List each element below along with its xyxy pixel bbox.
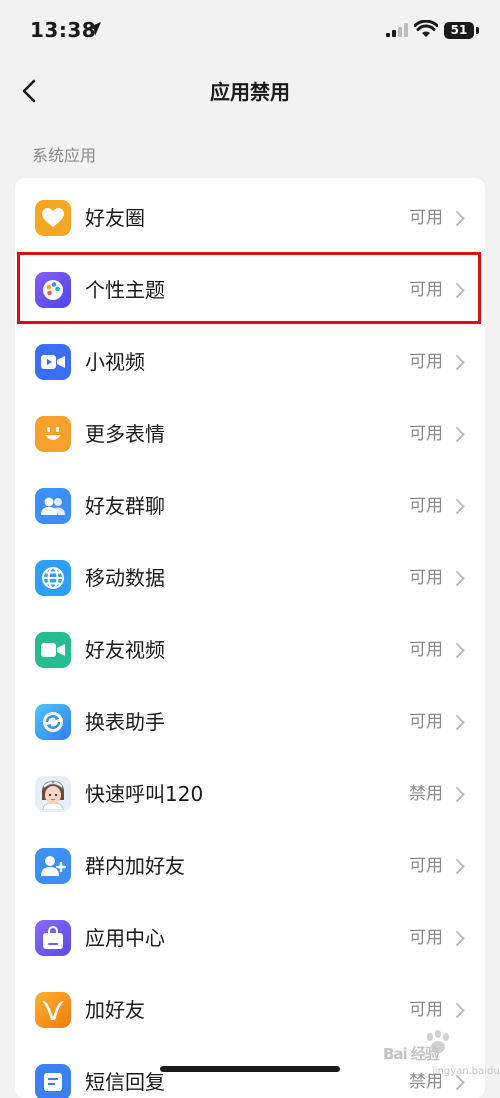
list-item-qunneijiahaoyou[interactable]: 群内加好友 可用 <box>15 830 485 902</box>
message-icon <box>35 1064 71 1098</box>
smiley-icon <box>35 416 71 452</box>
app-list: 好友圈 可用 个性主题 可用 小视频 可用 更多表情 可用 好友群聊 可用 移动… <box>15 178 485 1098</box>
app-name: 短信回复 <box>85 1070 165 1094</box>
list-item-gexingzhuti[interactable]: 个性主题 可用 <box>15 254 485 326</box>
chevron-right-icon <box>456 499 465 514</box>
list-item-haoyouquan[interactable]: 好友圈 可用 <box>15 182 485 254</box>
app-name: 小视频 <box>85 350 145 374</box>
nav-bar: 应用禁用 <box>0 62 500 118</box>
chevron-right-icon <box>456 427 465 442</box>
globe-icon <box>35 560 71 596</box>
bag-icon <box>35 920 71 956</box>
video-camera-icon <box>35 344 71 380</box>
app-status: 可用 <box>409 568 443 588</box>
watermark-url: jingyan.baidu.com <box>432 1066 500 1077</box>
app-status: 可用 <box>409 352 443 372</box>
app-status: 可用 <box>409 496 443 516</box>
app-status: 可用 <box>409 928 443 948</box>
app-name: 移动数据 <box>85 566 165 590</box>
app-status: 可用 <box>409 640 443 660</box>
chevron-right-icon <box>456 859 465 874</box>
app-status: 可用 <box>409 424 443 444</box>
v-logo-icon <box>35 992 71 1028</box>
home-indicator <box>160 1066 340 1072</box>
app-status: 可用 <box>409 712 443 732</box>
heart-icon <box>35 200 71 236</box>
list-item-xiaoshipin[interactable]: 小视频 可用 <box>15 326 485 398</box>
chevron-right-icon <box>456 643 465 658</box>
app-status: 可用 <box>409 856 443 876</box>
location-arrow-icon <box>87 22 101 36</box>
chevron-right-icon <box>456 571 465 586</box>
list-item-yidongshuju[interactable]: 移动数据 可用 <box>15 542 485 614</box>
app-name: 应用中心 <box>85 926 165 950</box>
list-item-haoyoushipin[interactable]: 好友视频 可用 <box>15 614 485 686</box>
list-item-huanbiaozhushou[interactable]: 换表助手 可用 <box>15 686 485 758</box>
watermark-text: Bai 经验 <box>383 1045 440 1063</box>
app-name: 加好友 <box>85 998 145 1022</box>
app-status: 禁用 <box>409 784 443 804</box>
list-item-yingyongzhongxin[interactable]: 应用中心 可用 <box>15 902 485 974</box>
chevron-right-icon <box>456 211 465 226</box>
app-name: 更多表情 <box>85 422 165 446</box>
app-name: 换表助手 <box>85 710 165 734</box>
app-status: 可用 <box>409 280 443 300</box>
video-call-icon <box>35 632 71 668</box>
app-name: 快速呼叫120 <box>85 782 204 806</box>
battery-level: 51 <box>450 23 468 37</box>
chevron-right-icon <box>456 931 465 946</box>
sync-icon <box>35 704 71 740</box>
status-bar: 13:38 51 <box>0 0 500 62</box>
list-item-haoyouqunliao[interactable]: 好友群聊 可用 <box>15 470 485 542</box>
app-name: 好友圈 <box>85 206 145 230</box>
battery-indicator: 51 <box>444 22 474 39</box>
chevron-right-icon <box>456 787 465 802</box>
palette-icon <box>35 272 71 308</box>
app-name: 个性主题 <box>85 278 165 302</box>
app-status: 可用 <box>409 208 443 228</box>
app-name: 好友视频 <box>85 638 165 662</box>
app-name: 群内加好友 <box>85 854 185 878</box>
nurse-avatar-icon <box>35 776 71 812</box>
chevron-right-icon <box>456 1003 465 1018</box>
page-title: 应用禁用 <box>210 80 290 104</box>
list-item-kuaisuhujiao120[interactable]: 快速呼叫120 禁用 <box>15 758 485 830</box>
wifi-icon <box>414 20 438 37</box>
chevron-right-icon <box>456 715 465 730</box>
chevron-right-icon <box>456 283 465 298</box>
group-chat-icon <box>35 488 71 524</box>
list-item-jiahaoyou[interactable]: 加好友 可用 <box>15 974 485 1046</box>
section-header: 系统应用 <box>32 146 97 165</box>
cellular-signal-icon <box>386 23 408 37</box>
list-item-gengduobiaoqing[interactable]: 更多表情 可用 <box>15 398 485 470</box>
chevron-right-icon <box>456 355 465 370</box>
add-friend-icon <box>35 848 71 884</box>
app-name: 好友群聊 <box>85 494 165 518</box>
battery-tip <box>476 27 479 34</box>
